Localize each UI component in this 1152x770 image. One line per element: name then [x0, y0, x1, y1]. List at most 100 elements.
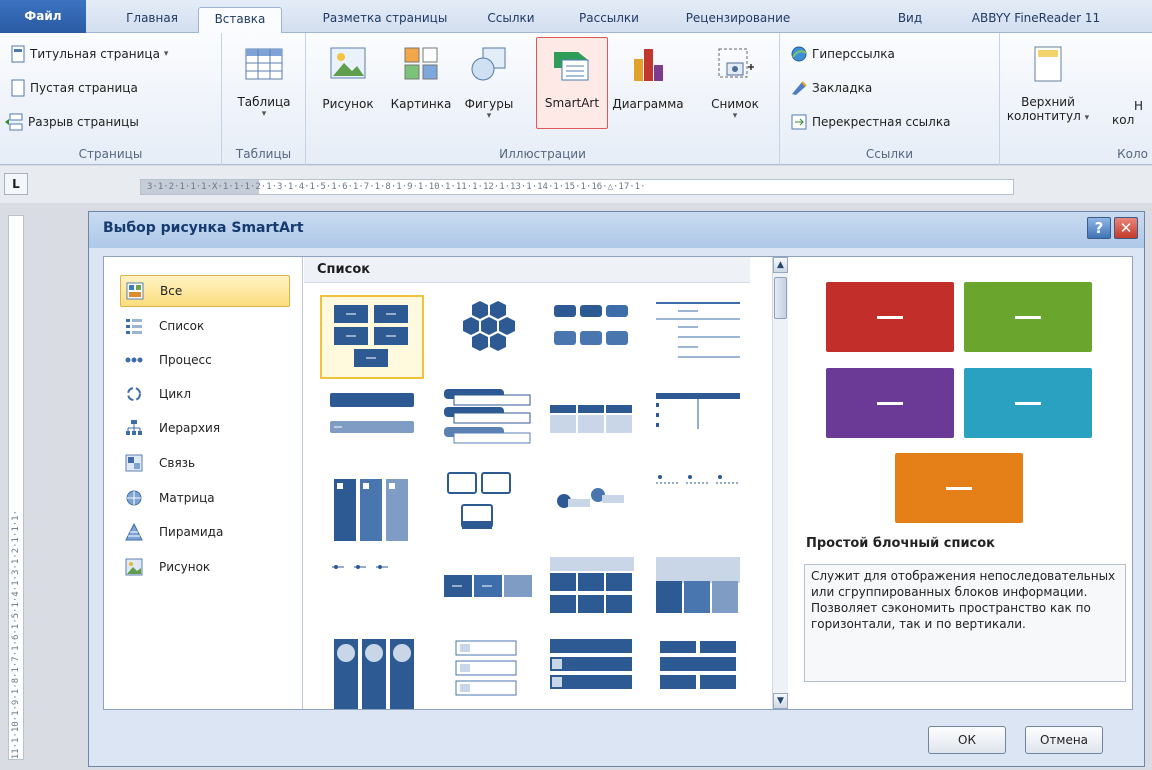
page-break-button[interactable]: Разрыв страницы [4, 113, 139, 131]
table-button[interactable]: Таблица ▾ [226, 41, 302, 119]
scroll-up-icon[interactable]: ▲ [773, 257, 788, 273]
tab-view[interactable]: Вид [888, 7, 932, 33]
picture-button[interactable]: Рисунок [314, 41, 382, 111]
cross-reference-label: Перекрестная ссылка [812, 115, 951, 129]
layout-thumbnail-bracket-list[interactable] [648, 385, 748, 465]
layout-thumbnail-picture-caption-list[interactable] [438, 469, 538, 549]
layout-preview [660, 641, 736, 689]
ok-button[interactable]: ОК [928, 726, 1006, 754]
scroll-thumb[interactable] [774, 277, 787, 319]
layout-thumbnail-grid-list[interactable] [542, 553, 642, 633]
dropdown-arrow-icon: ▾ [261, 109, 267, 119]
clip-art-button[interactable]: Картинка [386, 41, 456, 111]
matrix-icon [126, 490, 142, 506]
category-process[interactable]: Процесс [120, 344, 290, 376]
cover-page-label: Титульная страница [30, 47, 160, 61]
footer-label-line1: Н [1134, 99, 1144, 113]
layout-thumbnail-rounded-blocks[interactable] [542, 297, 642, 377]
layout-thumbnail-framed-list[interactable] [438, 637, 538, 709]
group-links: Гиперссылка Закладка Перекрестная ссылка… [780, 33, 1000, 165]
tab-page-layout[interactable]: Разметка страницы [310, 7, 460, 33]
layout-thumbnail-vertical-bullet-list[interactable] [322, 385, 422, 465]
category-hierarchy[interactable]: Иерархия [120, 412, 290, 444]
group-pages: Титульная страница ▾ Пустая страница Разр… [0, 33, 222, 165]
shapes-button[interactable]: Фигуры ▾ [460, 41, 518, 121]
dropdown-arrow-icon: ▾ [486, 111, 492, 121]
layout-thumbnail-vertical-block-columns[interactable] [322, 469, 422, 549]
layout-thumbnail-basic-block-list[interactable] [320, 295, 424, 379]
tab-file[interactable]: Файл [0, 0, 86, 33]
hyperlink-label: Гиперссылка [812, 47, 895, 61]
group-label-pages: Страницы [78, 147, 143, 161]
tab-review[interactable]: Рецензирование [668, 7, 808, 33]
tab-selector[interactable]: L [4, 173, 28, 195]
close-button[interactable]: ✕ [1114, 217, 1138, 239]
dialog-title: Выбор рисунка SmartArt [103, 220, 304, 236]
layout-thumbnail-dotted-list[interactable] [648, 469, 748, 549]
layout-thumbnail-horizontal-bullet[interactable] [438, 553, 538, 633]
picture-icon [330, 47, 366, 79]
category-label: Связь [159, 456, 196, 470]
preview-block-teal [964, 368, 1092, 438]
category-picture[interactable]: Рисунок [120, 551, 290, 583]
layout-preview [656, 393, 740, 429]
preview-block-orange [895, 453, 1023, 523]
layout-thumbnail-hexagon-cluster[interactable] [438, 297, 538, 377]
layout-thumbnail-arrow-list[interactable] [322, 553, 422, 633]
preview-description: Служит для отображения непоследовательны… [804, 564, 1126, 682]
cancel-button[interactable]: Отмена [1025, 726, 1103, 754]
header-label-line1: Верхний [1021, 95, 1075, 109]
gallery-scrollbar[interactable]: ▲ ▼ [772, 257, 788, 709]
category-all[interactable]: Все [120, 275, 290, 307]
cover-page-icon [11, 45, 25, 63]
tab-insert[interactable]: Вставка [198, 7, 282, 33]
chart-button[interactable]: Диаграмма [608, 41, 688, 111]
tab-mailings[interactable]: Рассылки [563, 7, 655, 33]
screenshot-button[interactable]: Снимок ▾ [700, 41, 770, 121]
layout-thumbnail-stacked-columns[interactable] [648, 553, 748, 633]
layout-preview [550, 557, 634, 613]
smartart-label: SmartArt [544, 96, 600, 110]
category-cycle[interactable]: Цикл [120, 378, 290, 410]
scroll-down-icon[interactable]: ▼ [773, 693, 788, 709]
help-button[interactable]: ? [1087, 217, 1111, 239]
dialog-body: Все Список Процесс Цикл Иерархия Связь М… [103, 256, 1133, 710]
category-pyramid[interactable]: Пирамида [120, 516, 290, 548]
layout-thumbnail-pyramid-list[interactable] [648, 637, 748, 709]
layout-preview [550, 639, 632, 689]
category-relationship[interactable]: Связь [120, 447, 290, 479]
category-matrix[interactable]: Матрица [120, 482, 290, 514]
hyperlink-button[interactable]: Гиперссылка [790, 45, 895, 63]
screenshot-label: Снимок [711, 97, 759, 111]
layout-thumbnail-lined-list[interactable] [648, 297, 748, 377]
cycle-icon [127, 387, 141, 401]
smartart-button[interactable]: SmartArt [536, 37, 608, 129]
chart-label: Диаграмма [612, 97, 684, 111]
blank-page-icon [11, 79, 25, 97]
horizontal-ruler[interactable]: 3·1·2·1·1·1·Х·1·1·1·2·1·3·1·4·1·5·1·6·1·… [140, 179, 1014, 195]
vertical-ruler[interactable]: 11·1·10·1·9·1·8·1·7·1·6·1·5·1·4·1·3·1·2·… [8, 215, 24, 760]
blank-page-button[interactable]: Пустая страница [10, 79, 138, 97]
category-label: Матрица [159, 491, 215, 505]
layout-thumbnail-table-hierarchy-list[interactable] [542, 637, 642, 709]
bookmark-button[interactable]: Закладка [790, 79, 872, 97]
cover-page-button[interactable]: Титульная страница ▾ [10, 45, 168, 63]
header-button[interactable]: Верхний колонтитул ▾ [1004, 41, 1092, 123]
tab-references[interactable]: Ссылки [476, 7, 546, 33]
category-list-item[interactable]: Список [120, 310, 290, 342]
shapes-icon [471, 47, 506, 81]
cross-reference-button[interactable]: Перекрестная ссылка [790, 113, 950, 131]
clip-art-icon [404, 47, 438, 80]
footer-button[interactable]: Н кол [1112, 41, 1152, 127]
layout-preview [330, 393, 414, 433]
chart-icon [634, 49, 663, 81]
layout-thumbnail-bending-picture-list[interactable] [542, 469, 642, 549]
layout-thumbnail-circle-picture-list[interactable] [322, 637, 422, 709]
layout-thumbnail-table-list[interactable] [542, 385, 642, 465]
layout-preview [334, 639, 414, 709]
dialog-titlebar[interactable]: Выбор рисунка SmartArt ? ✕ [89, 212, 1144, 248]
tab-home[interactable]: Главная [112, 7, 192, 33]
table-icon [245, 48, 283, 80]
tab-abbyy[interactable]: ABBYY FineReader 11 [948, 7, 1124, 33]
layout-thumbnail-stacked-list[interactable] [438, 385, 538, 465]
